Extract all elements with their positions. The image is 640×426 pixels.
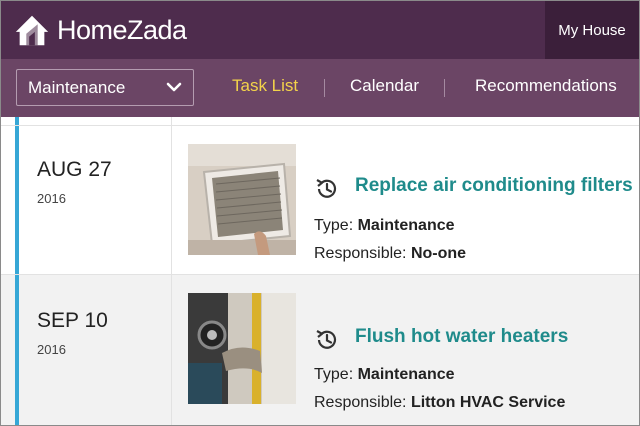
nav-bar: Maintenance Task List Calendar Recommend… xyxy=(1,59,639,117)
water-heater-image xyxy=(188,293,296,404)
task-year: 2016 xyxy=(37,191,66,206)
history-icon xyxy=(316,179,337,198)
task-responsible: Responsible: No-one xyxy=(314,245,466,263)
task-list: AUG 27 2016 Replace air conditioning fil… xyxy=(1,117,639,425)
date-column xyxy=(19,117,172,125)
responsible-label: Responsible: xyxy=(314,394,407,411)
nav-divider xyxy=(324,79,325,97)
tab-recommendations[interactable]: Recommendations xyxy=(475,76,617,96)
task-row[interactable]: AUG 27 2016 Replace air conditioning fil… xyxy=(1,126,639,274)
type-label: Type: xyxy=(314,217,354,234)
task-row[interactable]: SEP 10 2016 Flush hot water heaters Type… xyxy=(1,275,639,425)
task-thumbnail[interactable] xyxy=(188,293,296,404)
type-label: Type: xyxy=(314,366,354,383)
type-value: Maintenance xyxy=(357,217,455,234)
homezada-logo[interactable]: HomeZada xyxy=(13,9,187,51)
category-select-value: Maintenance xyxy=(28,77,126,97)
task-responsible: Responsible: Litton HVAC Service xyxy=(314,394,565,412)
category-select[interactable]: Maintenance xyxy=(16,69,194,106)
date-column: SEP 10 2016 xyxy=(19,275,172,425)
air-filter-image xyxy=(188,144,296,255)
responsible-value: No-one xyxy=(410,245,467,262)
nav-divider xyxy=(444,79,445,97)
chevron-down-icon xyxy=(166,82,182,92)
responsible-value: Litton HVAC Service xyxy=(410,394,566,411)
list-item-partial xyxy=(1,117,639,125)
task-type: Type: Maintenance xyxy=(314,366,455,384)
task-date: SEP 10 xyxy=(37,309,108,332)
task-title-link[interactable]: Replace air conditioning filters xyxy=(355,175,633,197)
task-type: Type: Maintenance xyxy=(314,217,455,235)
responsible-label: Responsible: xyxy=(314,245,407,262)
tab-task-list[interactable]: Task List xyxy=(232,76,298,96)
my-house-button[interactable]: My House xyxy=(545,1,639,59)
task-date: AUG 27 xyxy=(37,158,112,181)
history-icon xyxy=(316,330,337,349)
task-thumbnail[interactable] xyxy=(188,144,296,255)
tab-calendar[interactable]: Calendar xyxy=(350,76,419,96)
type-value: Maintenance xyxy=(357,366,455,383)
date-column: AUG 27 2016 xyxy=(19,126,172,274)
house-logo-icon xyxy=(15,15,49,46)
top-header: HomeZada My House xyxy=(1,1,639,59)
brand-name: HomeZada xyxy=(57,14,187,45)
task-title-link[interactable]: Flush hot water heaters xyxy=(355,326,568,348)
task-year: 2016 xyxy=(37,342,66,357)
